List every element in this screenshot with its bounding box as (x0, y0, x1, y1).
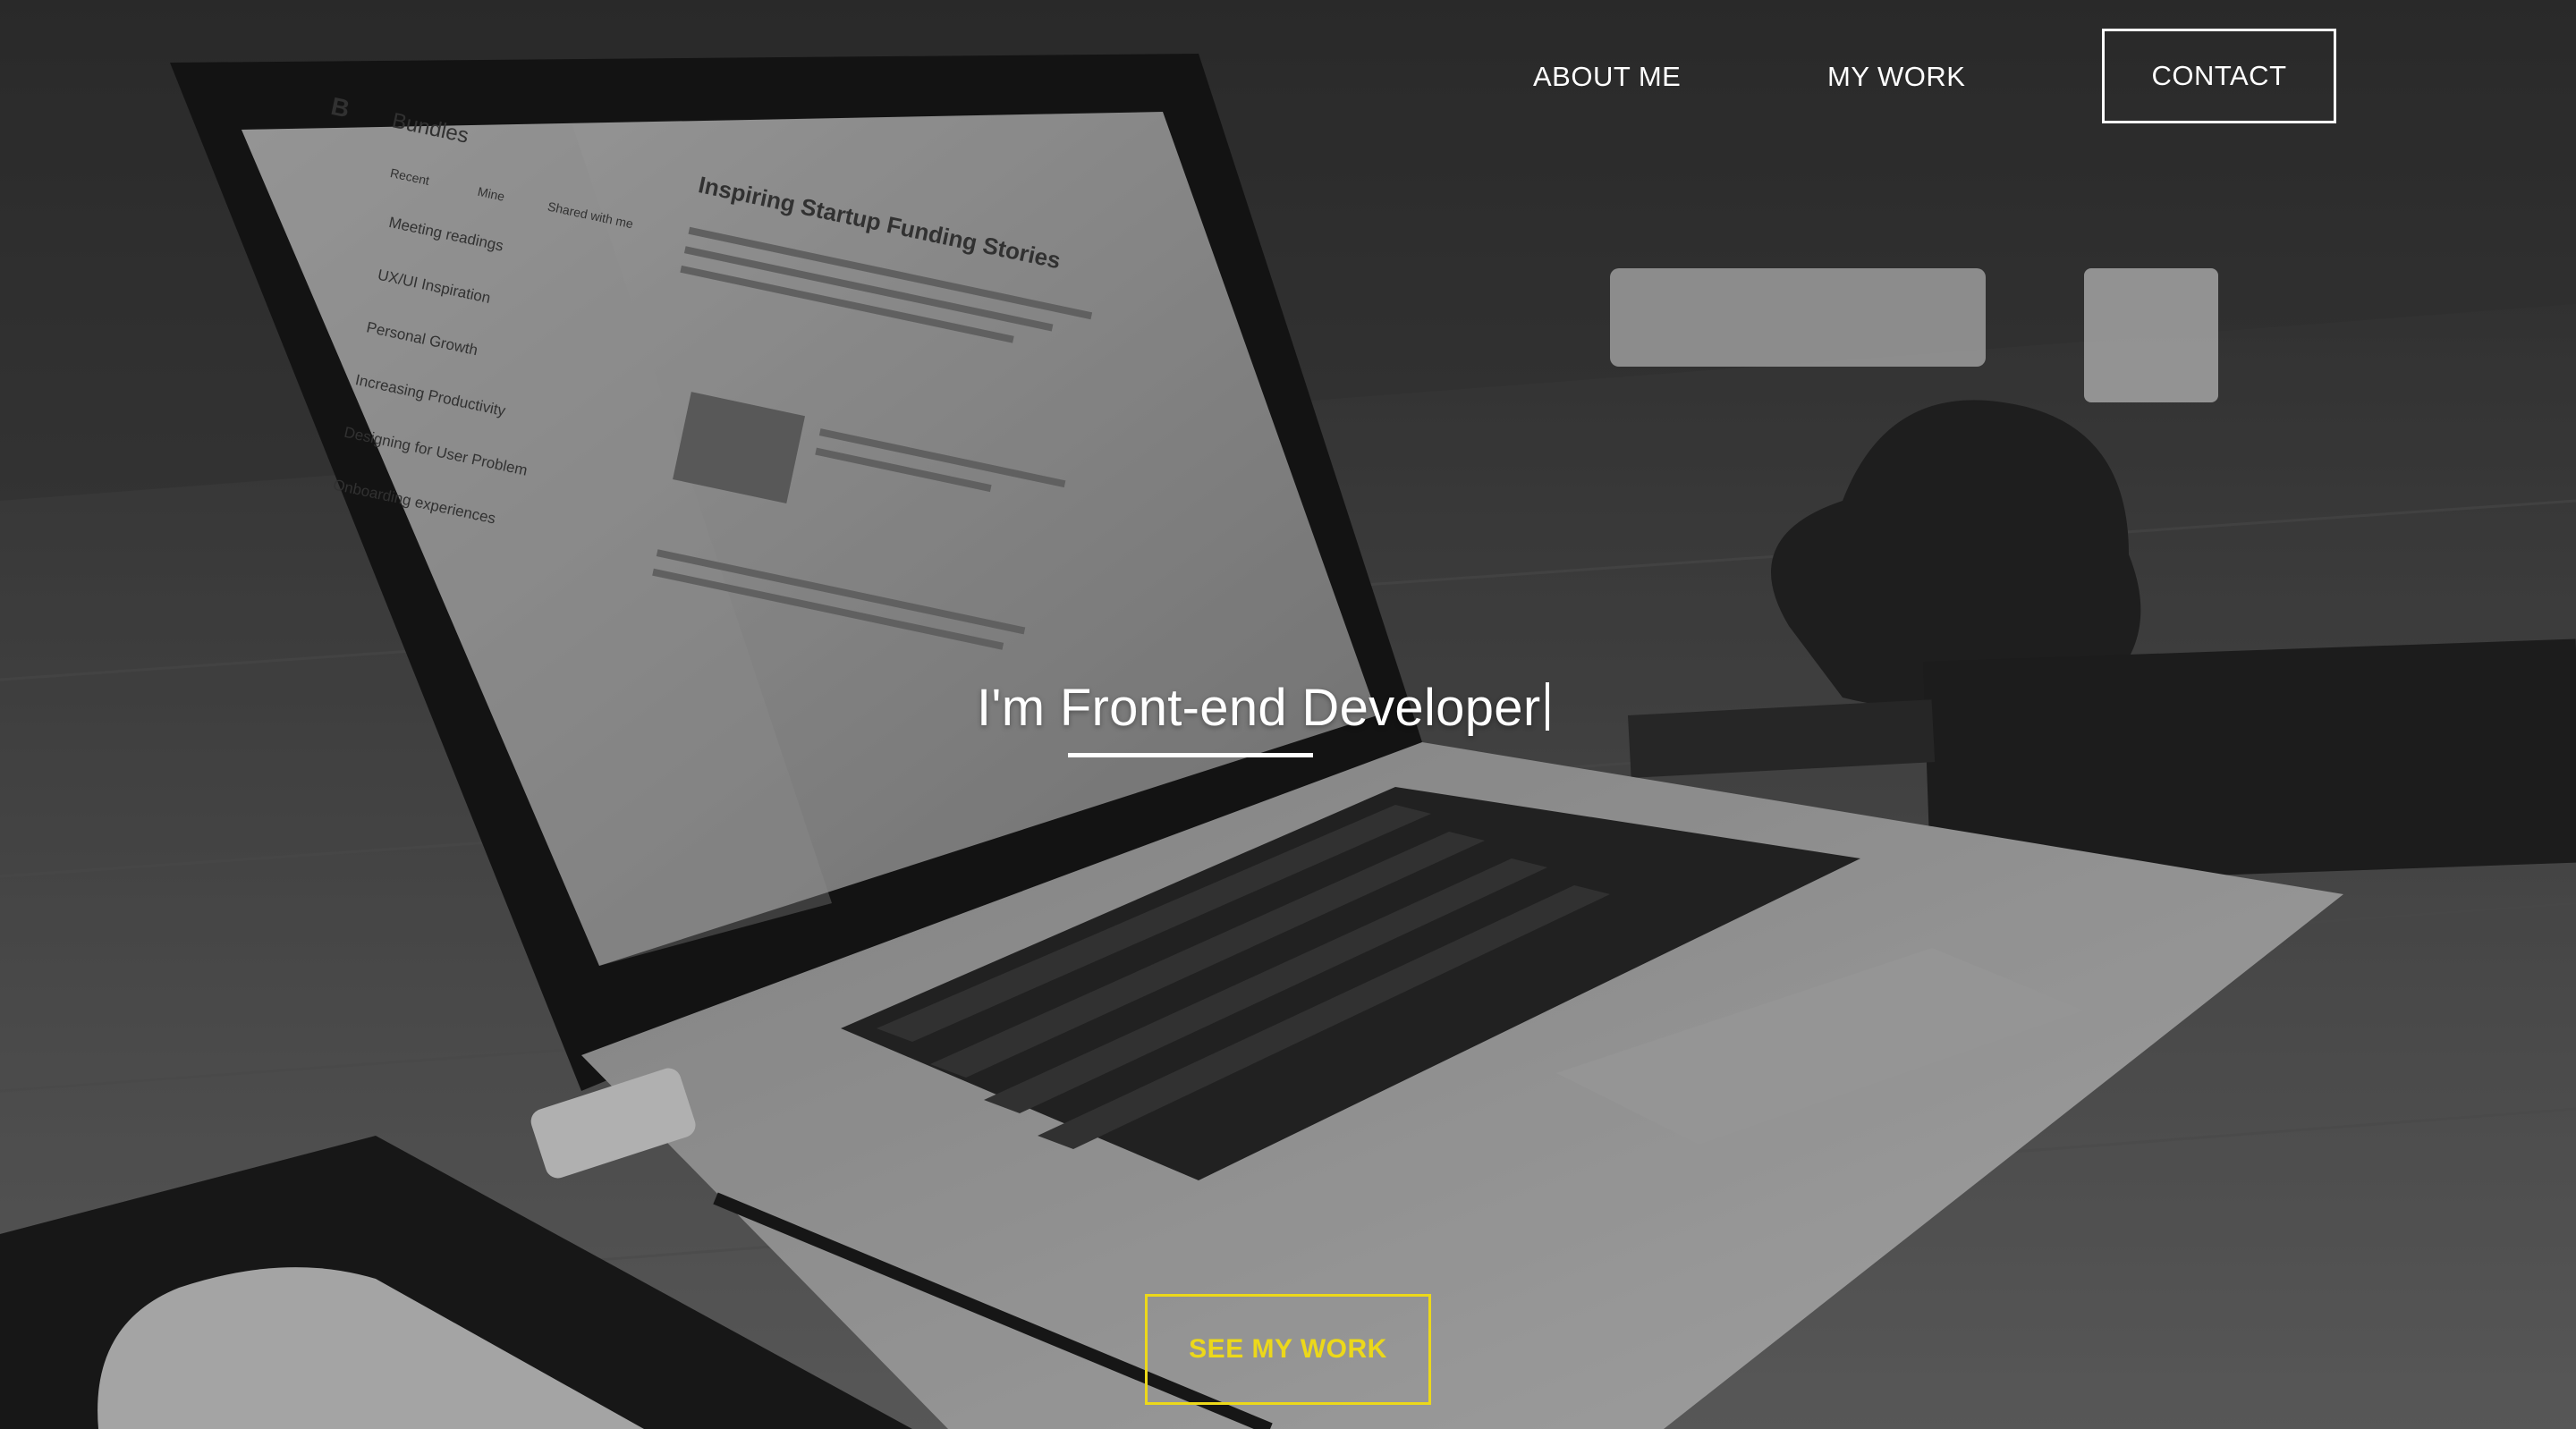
nav-about-me[interactable]: ABOUT ME (1533, 61, 1681, 93)
headline-underline (1068, 753, 1313, 757)
hero-headline-text: I'm Front-end Developer (977, 679, 1541, 737)
typing-caret (1546, 682, 1550, 731)
hero-section: B Bundles Recent Mine Shared with me Mee… (0, 0, 2576, 1429)
see-my-work-button[interactable]: SEE MY WORK (1145, 1294, 1431, 1405)
see-my-work-label: SEE MY WORK (1189, 1334, 1387, 1364)
nav-contact-button[interactable]: CONTACT (2102, 29, 2336, 123)
hero-headline: I'm Front-end Developer (977, 678, 1550, 738)
nav-contact-label: CONTACT (2151, 60, 2287, 91)
nav-my-work[interactable]: MY WORK (1827, 61, 1966, 93)
